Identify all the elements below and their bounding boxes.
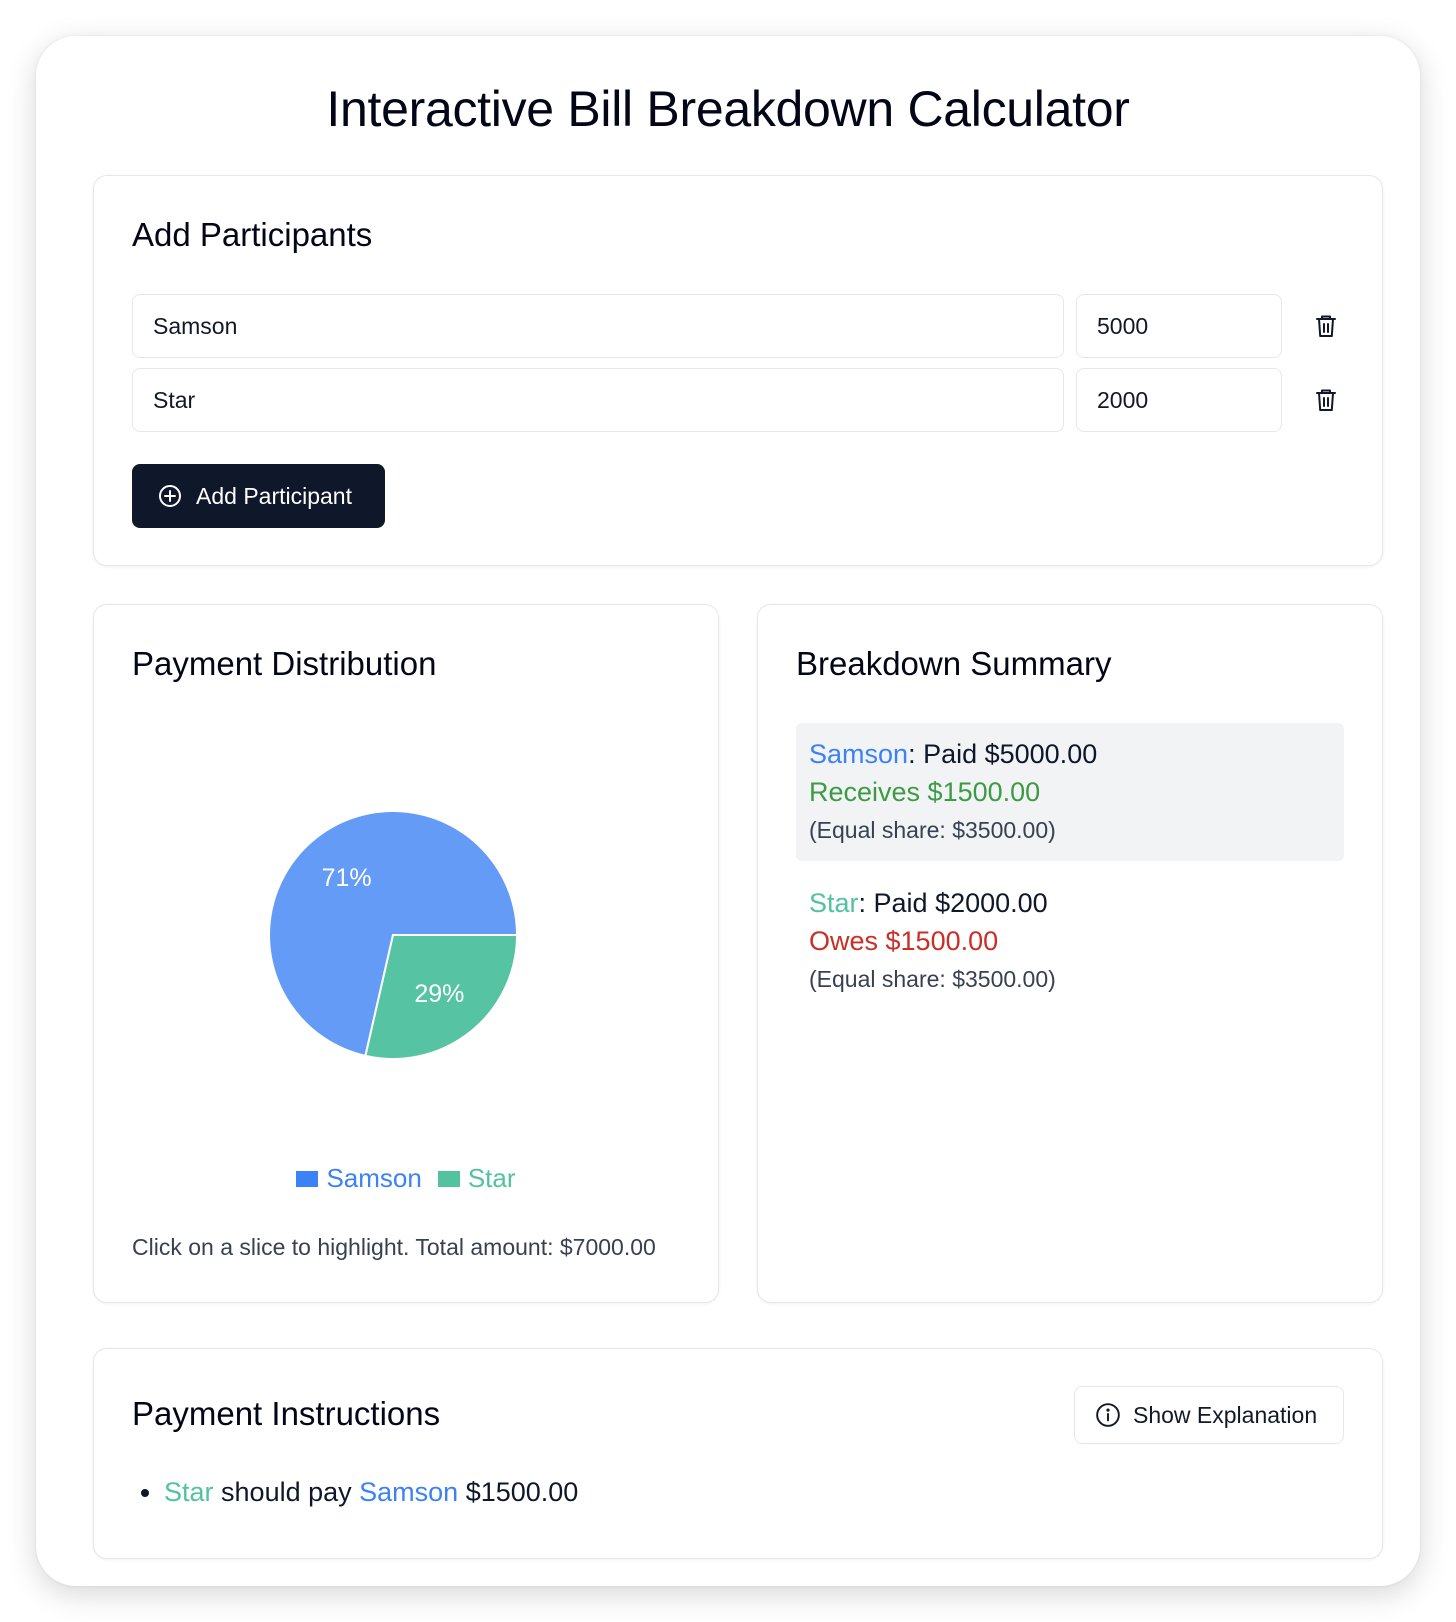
participants-card: Add Participants Samson 5000 Star 2000 A… <box>93 175 1383 566</box>
info-circle-icon <box>1095 1402 1121 1428</box>
pie-chart[interactable]: 71% 29% <box>94 765 720 1105</box>
summary-equal-share: (Equal share: $3500.00) <box>809 817 1056 843</box>
summary-card: Breakdown Summary Samson: Paid $5000.00 … <box>757 604 1383 1303</box>
summary-paid-amount: : Paid $2000.00 <box>858 888 1048 918</box>
pie-label-star: 29% <box>414 980 464 1008</box>
show-explanation-label: Show Explanation <box>1133 1401 1318 1428</box>
instructions-heading: Payment Instructions <box>132 1395 441 1432</box>
summary-participant-name: Star <box>809 888 859 918</box>
summary-entry-star[interactable]: Star: Paid $2000.00 Owes $1500.00 (Equal… <box>796 872 1344 1010</box>
show-explanation-button[interactable]: Show Explanation <box>1074 1386 1344 1444</box>
legend-swatch-star <box>437 1170 460 1187</box>
participant-amount-input[interactable] <box>1076 294 1282 358</box>
instruction-verb: should pay <box>213 1477 360 1507</box>
instruction-payee: Samson <box>359 1477 459 1507</box>
distribution-card: Payment Distribution 71% 29% Samson Star … <box>93 604 719 1303</box>
distribution-note: Click on a slice to highlight. Total amo… <box>132 1234 656 1260</box>
summary-equal-share: (Equal share: $3500.00) <box>809 966 1056 992</box>
summary-entry-samson[interactable]: Samson: Paid $5000.00 Receives $1500.00 … <box>796 723 1344 861</box>
summary-heading: Breakdown Summary <box>796 645 1112 682</box>
add-participant-button[interactable]: Add Participant <box>132 464 385 528</box>
instructions-list: Star should pay Samson $1500.00 <box>164 1477 578 1508</box>
instruction-amount: $1500.00 <box>458 1477 579 1507</box>
legend-swatch-samson <box>296 1170 319 1187</box>
summary-status: Receives $1500.00 <box>809 777 1041 807</box>
trash-icon[interactable] <box>1310 384 1342 416</box>
summary-paid-line: Samson: Paid $5000.00 <box>809 735 1331 773</box>
app-window: Interactive Bill Breakdown Calculator Ad… <box>36 36 1420 1586</box>
add-participant-label: Add Participant <box>196 482 352 509</box>
trash-icon[interactable] <box>1310 310 1342 342</box>
participant-amount-input[interactable] <box>1076 368 1282 432</box>
participants-heading: Add Participants <box>132 216 373 253</box>
legend-item-star[interactable]: Star <box>437 1163 516 1194</box>
summary-status: Owes $1500.00 <box>809 926 999 956</box>
instruction-item: Star should pay Samson $1500.00 <box>164 1477 578 1508</box>
participant-row <box>132 294 1352 358</box>
chart-legend: Samson Star <box>94 1163 718 1194</box>
legend-label-star: Star <box>467 1163 516 1193</box>
pie-label-samson: 71% <box>322 864 372 892</box>
plus-circle-icon <box>158 484 182 508</box>
distribution-heading: Payment Distribution <box>132 645 437 682</box>
participant-name-input[interactable] <box>132 294 1064 358</box>
legend-label-samson: Samson <box>326 1163 422 1193</box>
participant-row <box>132 368 1352 432</box>
participant-name-input[interactable] <box>132 368 1064 432</box>
instruction-payer: Star <box>164 1477 214 1507</box>
legend-item-samson[interactable]: Samson <box>296 1163 422 1194</box>
instructions-card: Payment Instructions Show Explanation St… <box>93 1348 1383 1559</box>
summary-paid-line: Star: Paid $2000.00 <box>809 884 1331 922</box>
page-title: Interactive Bill Breakdown Calculator <box>326 81 1130 137</box>
summary-paid-amount: : Paid $5000.00 <box>908 739 1098 769</box>
summary-participant-name: Samson <box>809 739 909 769</box>
